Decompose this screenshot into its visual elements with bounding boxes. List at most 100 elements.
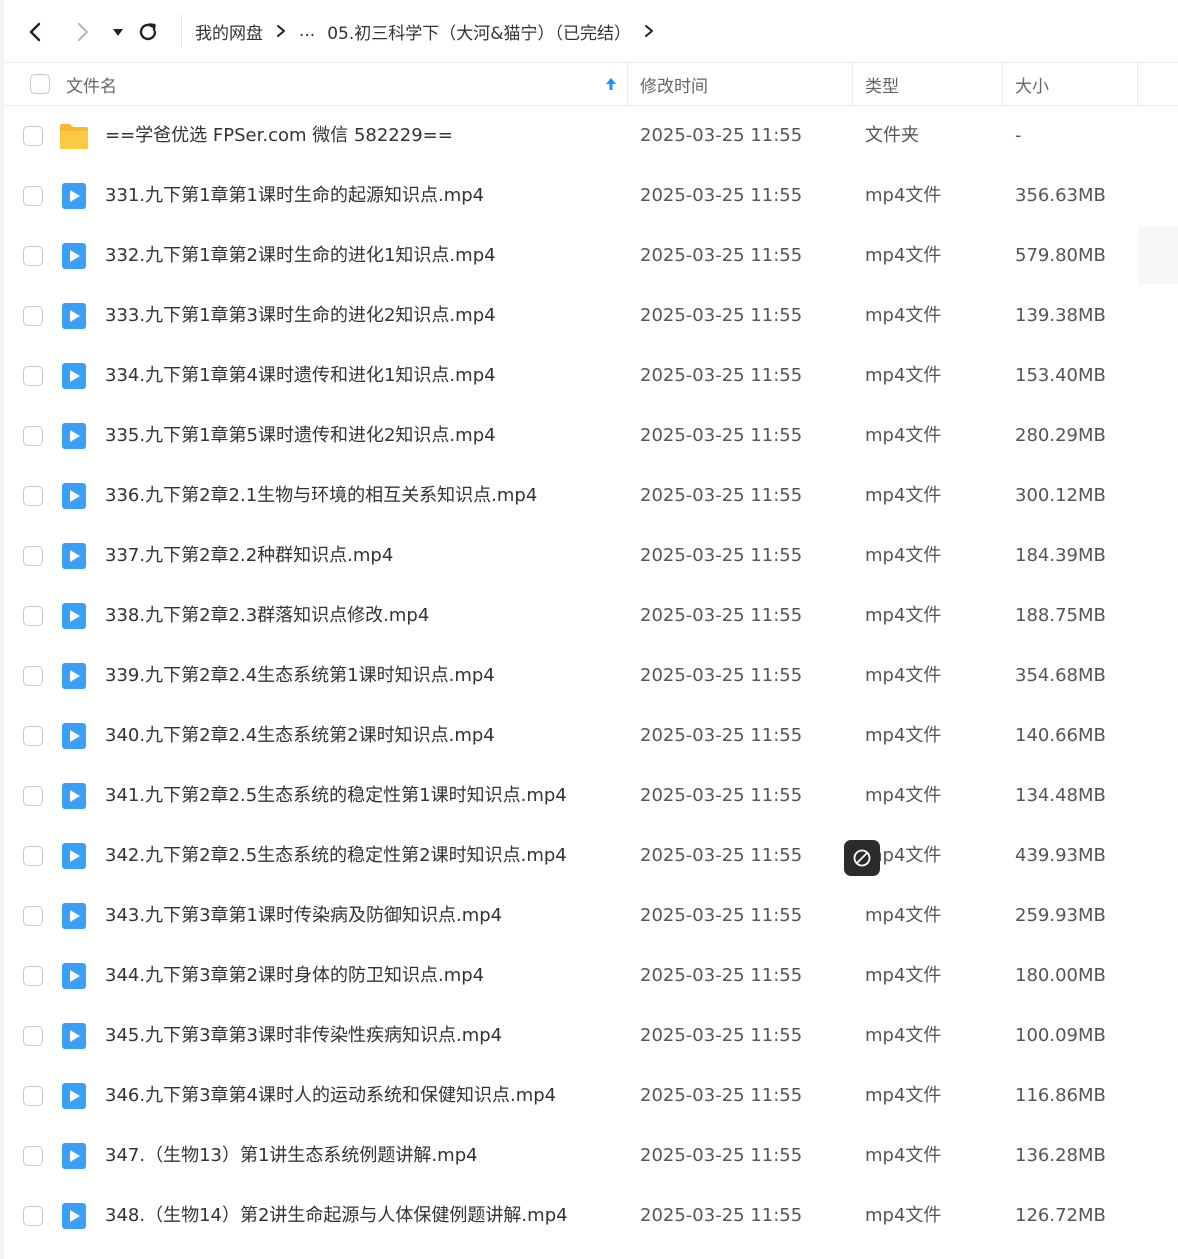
file-name[interactable]: 340.九下第2章2.4生态系统第2课时知识点.mp4 — [105, 706, 495, 766]
file-size: 180.00MB — [1015, 965, 1106, 986]
video-file-icon — [58, 302, 90, 330]
file-name[interactable]: 335.九下第1章第5课时遗传和进化2知识点.mp4 — [105, 406, 496, 466]
column-header-name[interactable]: 文件名 — [66, 63, 117, 105]
row-checkbox[interactable] — [23, 906, 43, 926]
column-divider[interactable] — [1137, 63, 1138, 105]
folder-icon — [58, 122, 90, 150]
breadcrumb-ellipsis[interactable]: ... — [299, 21, 315, 41]
file-row[interactable]: 342.九下第2章2.5生态系统的稳定性第2课时知识点.mp4 2025-03-2… — [4, 826, 1178, 886]
video-file-icon — [58, 1082, 90, 1110]
file-row[interactable]: 332.九下第1章第2课时生命的进化1知识点.mp4 2025-03-25 11:… — [4, 226, 1178, 286]
file-row[interactable]: 333.九下第1章第3课时生命的进化2知识点.mp4 2025-03-25 11:… — [4, 286, 1178, 346]
no-entry-icon — [844, 840, 880, 876]
file-row[interactable]: 344.九下第3章第2课时身体的防卫知识点.mp4 2025-03-25 11:5… — [4, 946, 1178, 1006]
file-row[interactable]: 343.九下第3章第1课时传染病及防御知识点.mp4 2025-03-25 11:… — [4, 886, 1178, 946]
file-row[interactable]: 339.九下第2章2.4生态系统第1课时知识点.mp4 2025-03-25 11… — [4, 646, 1178, 706]
arrow-up-icon[interactable] — [604, 63, 618, 105]
row-checkbox[interactable] — [23, 1146, 43, 1166]
video-file-icon — [58, 362, 90, 390]
file-name[interactable]: 338.九下第2章2.3群落知识点修改.mp4 — [105, 586, 429, 646]
row-checkbox[interactable] — [23, 126, 43, 146]
row-checkbox[interactable] — [23, 366, 43, 386]
file-name[interactable]: 343.九下第3章第1课时传染病及防御知识点.mp4 — [105, 886, 502, 946]
row-checkbox[interactable] — [23, 1206, 43, 1226]
file-time: 2025-03-25 11:55 — [640, 605, 803, 626]
row-checkbox[interactable] — [23, 726, 43, 746]
file-row[interactable]: 348.（生物14）第2讲生命起源与人体保健例题讲解.mp4 2025-03-25… — [4, 1186, 1178, 1246]
breadcrumb-current[interactable]: 05.初三科学下（大河&猫宁）（已完结） — [327, 19, 631, 44]
row-checkbox[interactable] — [23, 666, 43, 686]
video-file-icon — [58, 1022, 90, 1050]
file-name[interactable]: ==学爸优选 FPSer.com 微信 582229== — [105, 106, 453, 166]
file-type: mp4文件 — [865, 1205, 942, 1226]
file-name[interactable]: 332.九下第1章第2课时生命的进化1知识点.mp4 — [105, 226, 496, 286]
breadcrumb-root[interactable]: 我的网盘 — [195, 19, 263, 44]
row-checkbox[interactable] — [23, 606, 43, 626]
file-name[interactable]: 334.九下第1章第4课时遗传和进化1知识点.mp4 — [105, 346, 496, 406]
file-name[interactable]: 336.九下第2章2.1生物与环境的相互关系知识点.mp4 — [105, 466, 537, 526]
file-row[interactable]: 337.九下第2章2.2种群知识点.mp4 2025-03-25 11:55 mp4… — [4, 526, 1178, 586]
row-checkbox[interactable] — [23, 186, 43, 206]
file-time: 2025-03-25 11:55 — [640, 245, 803, 266]
row-checkbox[interactable] — [23, 306, 43, 326]
file-type: mp4文件 — [865, 965, 942, 986]
file-name[interactable]: 344.九下第3章第2课时身体的防卫知识点.mp4 — [105, 946, 484, 1006]
video-file-icon — [58, 782, 90, 810]
file-row[interactable]: 341.九下第2章2.5生态系统的稳定性第1课时知识点.mp4 2025-03-2… — [4, 766, 1178, 826]
forward-button[interactable] — [68, 18, 96, 46]
file-time: 2025-03-25 11:55 — [640, 905, 803, 926]
file-name[interactable]: 341.九下第2章2.5生态系统的稳定性第1课时知识点.mp4 — [105, 766, 567, 826]
file-row[interactable]: 347.（生物13）第1讲生态系统例题讲解.mp4 2025-03-25 11:5… — [4, 1126, 1178, 1186]
file-size: 136.28MB — [1015, 1145, 1106, 1166]
video-file-icon — [58, 182, 90, 210]
row-checkbox[interactable] — [23, 846, 43, 866]
row-checkbox[interactable] — [23, 1026, 43, 1046]
file-row[interactable]: 338.九下第2章2.3群落知识点修改.mp4 2025-03-25 11:55 m… — [4, 586, 1178, 646]
column-header-time[interactable]: 修改时间 — [640, 63, 708, 105]
file-size: 126.72MB — [1015, 1205, 1106, 1226]
file-name[interactable]: 337.九下第2章2.2种群知识点.mp4 — [105, 526, 393, 586]
breadcrumb-more-icon[interactable] — [643, 24, 655, 38]
column-divider[interactable] — [627, 63, 628, 105]
row-checkbox[interactable] — [23, 246, 43, 266]
file-size: 356.63MB — [1015, 185, 1106, 206]
file-type: mp4文件 — [865, 605, 942, 626]
column-divider[interactable] — [1002, 63, 1003, 105]
select-all-checkbox[interactable] — [30, 74, 50, 94]
file-row[interactable]: 346.九下第3章第4课时人的运动系统和保健知识点.mp4 2025-03-25 … — [4, 1066, 1178, 1126]
file-name[interactable]: 348.（生物14）第2讲生命起源与人体保健例题讲解.mp4 — [105, 1186, 568, 1246]
file-time: 2025-03-25 11:55 — [640, 365, 803, 386]
file-size: 139.38MB — [1015, 305, 1106, 326]
file-name[interactable]: 331.九下第1章第1课时生命的起源知识点.mp4 — [105, 166, 484, 226]
file-size: 100.09MB — [1015, 1025, 1106, 1046]
toolbar: 我的网盘 ... 05.初三科学下（大河&猫宁）（已完结） — [4, 0, 1178, 62]
file-row[interactable]: 335.九下第1章第5课时遗传和进化2知识点.mp4 2025-03-25 11:… — [4, 406, 1178, 466]
file-time: 2025-03-25 11:55 — [640, 1085, 803, 1106]
file-row[interactable]: 336.九下第2章2.1生物与环境的相互关系知识点.mp4 2025-03-25 … — [4, 466, 1178, 526]
history-dropdown-button[interactable] — [108, 20, 128, 44]
file-name[interactable]: 339.九下第2章2.4生态系统第1课时知识点.mp4 — [105, 646, 495, 706]
file-name[interactable]: 346.九下第3章第4课时人的运动系统和保健知识点.mp4 — [105, 1066, 556, 1126]
file-name[interactable]: 347.（生物13）第1讲生态系统例题讲解.mp4 — [105, 1126, 478, 1186]
column-divider[interactable] — [852, 63, 853, 105]
file-row[interactable]: 334.九下第1章第4课时遗传和进化1知识点.mp4 2025-03-25 11:… — [4, 346, 1178, 406]
back-button[interactable] — [22, 18, 50, 46]
file-row[interactable]: 331.九下第1章第1课时生命的起源知识点.mp4 2025-03-25 11:5… — [4, 166, 1178, 226]
row-checkbox[interactable] — [23, 486, 43, 506]
row-checkbox[interactable] — [23, 426, 43, 446]
file-name[interactable]: 345.九下第3章第3课时非传染性疾病知识点.mp4 — [105, 1006, 502, 1066]
column-header-size[interactable]: 大小 — [1015, 63, 1049, 105]
file-name[interactable]: 342.九下第2章2.5生态系统的稳定性第2课时知识点.mp4 — [105, 826, 567, 886]
file-time: 2025-03-25 11:55 — [640, 965, 803, 986]
row-checkbox[interactable] — [23, 546, 43, 566]
file-name[interactable]: 333.九下第1章第3课时生命的进化2知识点.mp4 — [105, 286, 496, 346]
row-checkbox[interactable] — [23, 966, 43, 986]
file-type: mp4文件 — [865, 485, 942, 506]
file-row[interactable]: 340.九下第2章2.4生态系统第2课时知识点.mp4 2025-03-25 11… — [4, 706, 1178, 766]
refresh-button[interactable] — [134, 18, 162, 46]
file-row[interactable]: ==学爸优选 FPSer.com 微信 582229== 2025-03-25 … — [4, 106, 1178, 166]
column-header-type[interactable]: 类型 — [865, 63, 899, 105]
row-checkbox[interactable] — [23, 786, 43, 806]
file-row[interactable]: 345.九下第3章第3课时非传染性疾病知识点.mp4 2025-03-25 11:… — [4, 1006, 1178, 1066]
row-checkbox[interactable] — [23, 1086, 43, 1106]
